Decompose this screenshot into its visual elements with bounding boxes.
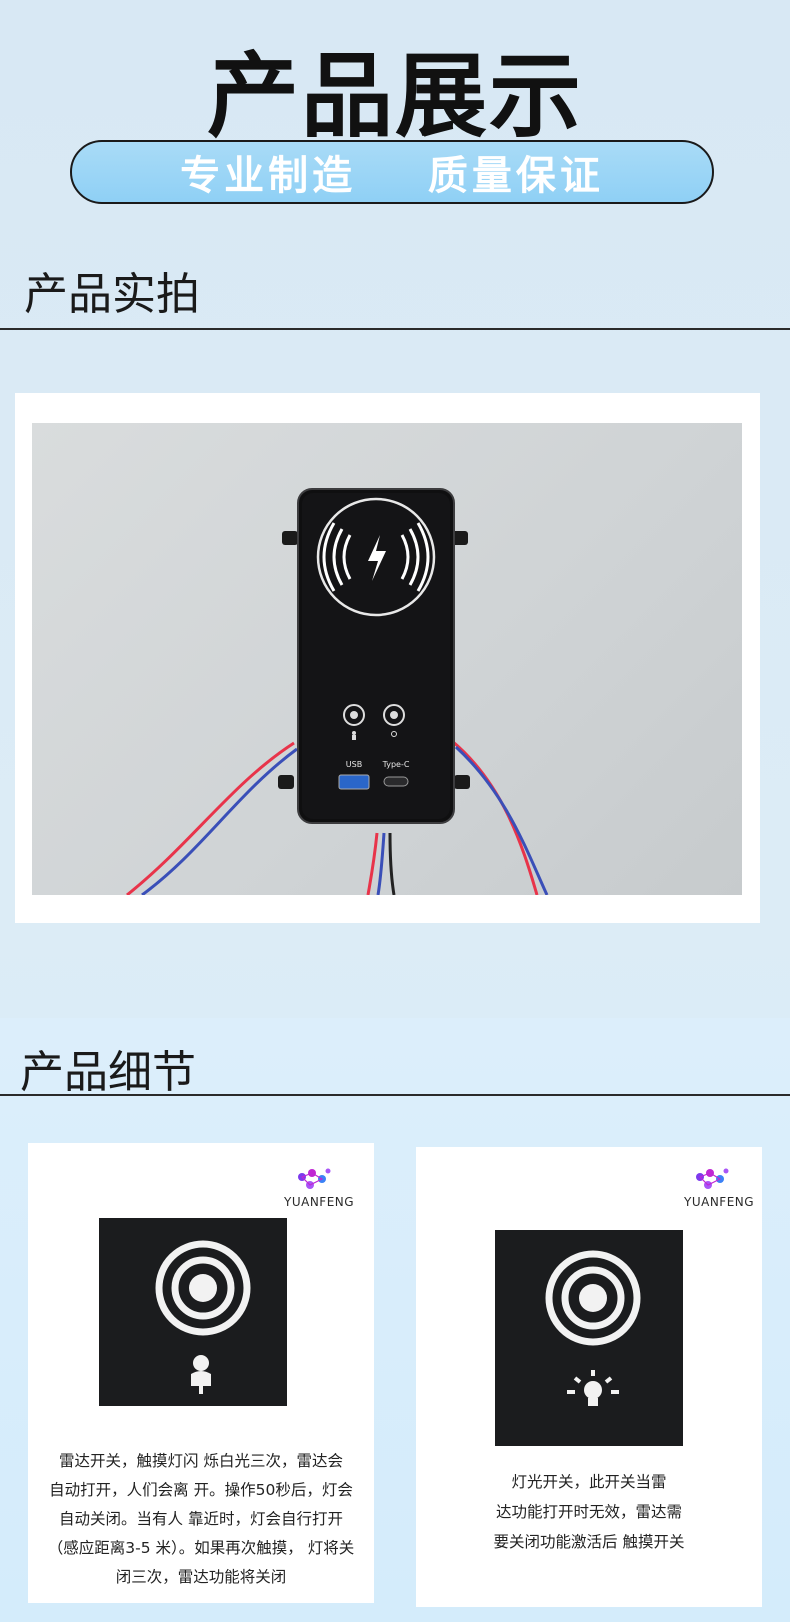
section-divider (0, 328, 790, 330)
product-photo: USB Type-C (32, 423, 742, 895)
usb-label: USB (346, 760, 362, 769)
section-divider (0, 1094, 790, 1096)
brand-logo-icon (298, 1168, 331, 1189)
section-title-details: 产品细节 (20, 1047, 196, 1098)
brand-name: YUANFENG (284, 1195, 355, 1209)
banner-right-text: 质量保证 (427, 153, 604, 199)
brand-name: YUANFENG (684, 1195, 755, 1209)
detail-card-light: YUANFENG 灯光开关，此开关当雷 达功能打开时无效，雷达需 要关闭功能激活… (416, 1147, 762, 1607)
section-title-photo: 产品实拍 (24, 269, 200, 320)
brand-logo-icon (696, 1168, 729, 1189)
card-description: 灯光开关，此开关当雷 达功能打开时无效，雷达需 要关闭功能激活后 触摸开关 (493, 1473, 685, 1551)
device-illustration: USB Type-C (126, 488, 549, 895)
card-description: 雷达开关，触摸灯闪 烁白光三次，雷达会 自动打开，人们会离 开。操作50秒后，灯… (47, 1452, 355, 1586)
typec-label: Type-C (382, 760, 410, 769)
slogan-banner: 专业制造 质量保证 (70, 140, 714, 204)
detail-card-radar: YUANFENG 雷达开关，触摸灯闪 烁白光三次，雷达会 自动打开，人们会离 开… (28, 1143, 374, 1603)
banner-left-text: 专业制造 (180, 153, 357, 199)
page-title: 产品展示 (206, 43, 583, 150)
radar-person-icon (99, 1218, 287, 1406)
light-bulb-icon (495, 1230, 683, 1446)
